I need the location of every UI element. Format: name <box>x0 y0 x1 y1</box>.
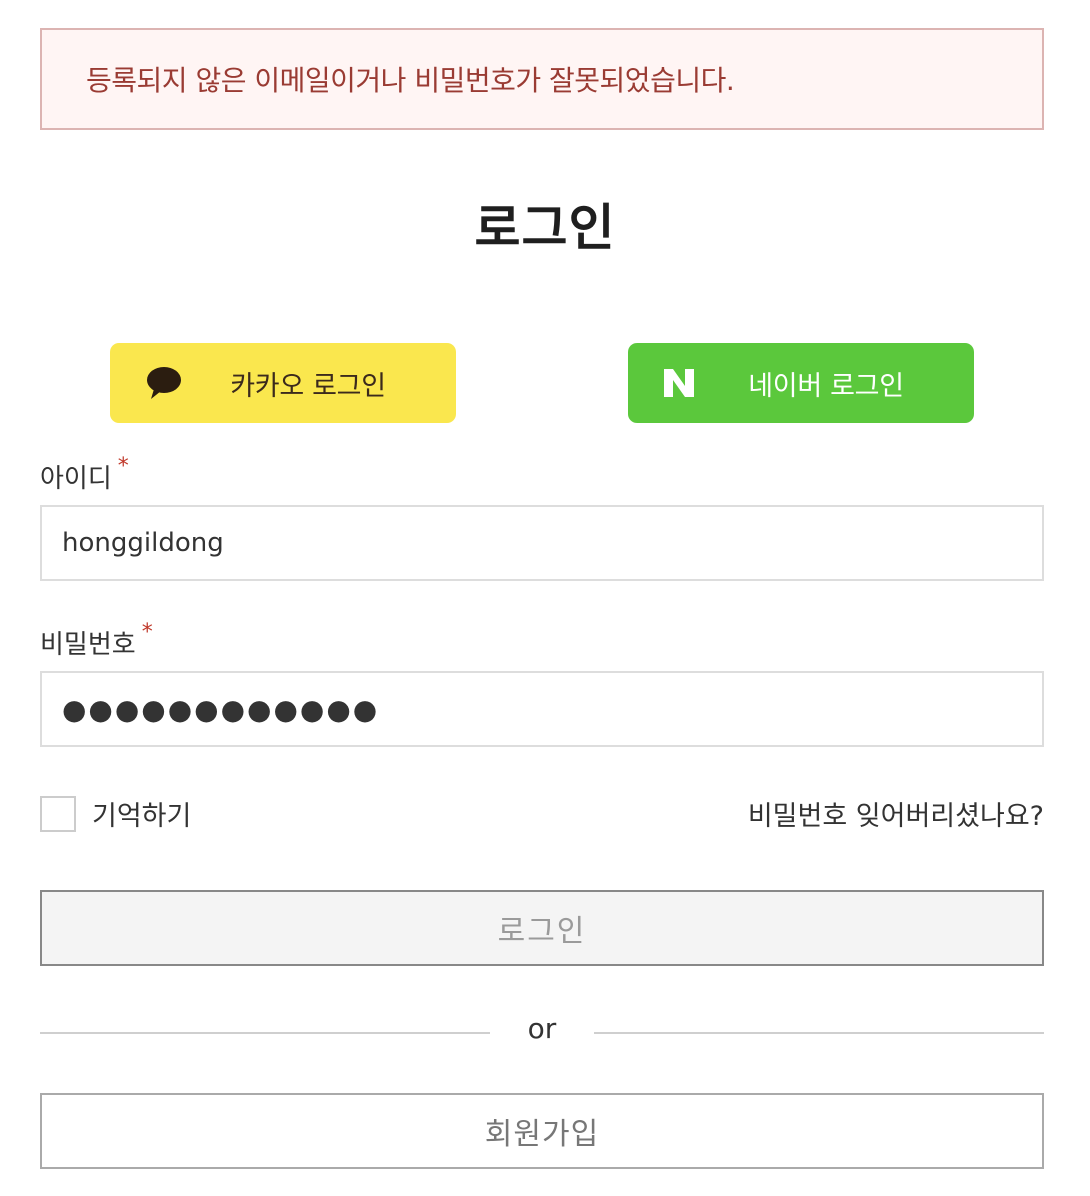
password-field-label: 비밀번호 * <box>40 620 153 661</box>
signup-button[interactable]: 회원가입 <box>40 1093 1044 1169</box>
forgot-password-link[interactable]: 비밀번호 잊어버리셨나요? <box>748 794 1044 833</box>
divider-line-right <box>594 1032 1044 1034</box>
error-alert: 등록되지 않은 이메일이거나 비밀번호가 잘못되었습니다. <box>40 28 1044 130</box>
page-title: 로그인 <box>474 199 616 257</box>
id-input[interactable] <box>40 505 1044 581</box>
remember-checkbox[interactable] <box>40 796 76 832</box>
naver-login-label: 네이버 로그인 <box>748 370 904 402</box>
divider-line-left <box>40 1032 490 1034</box>
remember-label[interactable]: 기억하기 <box>92 794 191 833</box>
naver-login-button[interactable]: 네이버 로그인 <box>628 343 974 423</box>
id-label-text: 아이디 <box>40 464 112 494</box>
password-label-text: 비밀번호 <box>40 630 136 660</box>
error-message: 등록되지 않은 이메일이거나 비밀번호가 잘못되었습니다. <box>86 64 735 97</box>
id-field-label: 아이디 * <box>40 454 129 495</box>
required-asterisk: * <box>117 454 129 479</box>
required-asterisk: * <box>141 620 153 645</box>
divider-or-text: or <box>527 1012 557 1045</box>
kakao-login-button[interactable]: 카카오 로그인 <box>110 343 456 423</box>
login-button[interactable]: 로그인 <box>40 890 1044 966</box>
password-input[interactable] <box>40 671 1044 747</box>
kakao-login-label: 카카오 로그인 <box>230 370 386 402</box>
